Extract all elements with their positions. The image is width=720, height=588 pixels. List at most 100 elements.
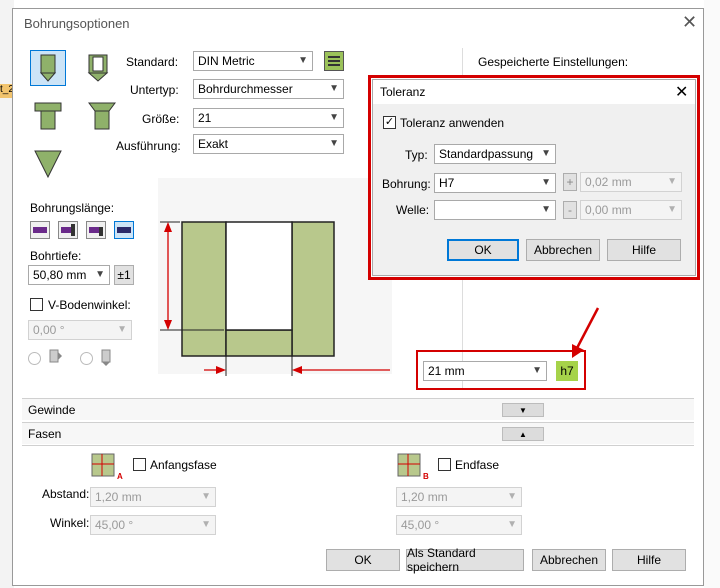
anfangsfase-label: Anfangsfase [150,458,217,472]
help-button[interactable]: Hilfe [612,549,686,571]
bohrungslaenge-label: Bohrungslänge: [30,201,115,215]
hole-type-threaded-icon[interactable] [80,50,116,86]
preview-material-right [291,221,335,357]
standard-select[interactable]: DIN Metric ▼ [193,51,313,71]
tolerance-close-icon[interactable]: ✕ [675,82,688,102]
length-through-icon[interactable] [58,221,78,239]
chevron-down-icon: ▼ [541,148,551,159]
chevron-down-icon: ▼ [507,519,517,530]
endfase-label: Endfase [455,458,500,472]
tolerance-ok-button[interactable]: OK [447,239,519,261]
chevron-down-icon: ▼ [532,365,542,376]
chevron-down-icon: ▼ [201,491,211,502]
dialog-title: Bohrungsoptionen [24,16,130,31]
tolerance-dialog-title: Toleranz [380,85,426,99]
expand-icon[interactable]: ▼ [502,403,544,417]
ok-button[interactable]: OK [326,549,400,571]
chevron-down-icon: ▼ [507,491,517,502]
v-bodenwinkel-checkbox[interactable] [30,298,43,311]
standard-label: Standard: [126,55,179,69]
fasen-label: Fasen [28,427,62,441]
abstand-label: Abstand: [42,487,90,501]
chevron-down-icon: ▼ [298,55,308,66]
untertyp-label: Untertyp: [130,83,179,97]
bohrung-label: Bohrung: [382,177,431,191]
save-as-standard-button[interactable]: Als Standard speichern [406,546,524,574]
anfangsfase-checkbox[interactable] [133,458,146,471]
groesse-label: Größe: [142,112,180,126]
abstand-a-value: 1,20 mm [95,490,142,504]
end-chamfer-marker: B [423,472,429,481]
hole-type-simple-icon[interactable] [30,50,66,86]
chevron-down-icon: ▼ [667,176,677,187]
welle-label: Welle: [396,203,430,217]
end-chamfer-icon [396,452,426,480]
welle-select[interactable]: ▼ [434,200,556,220]
v-winkel-value: 0,00 ° [33,323,65,337]
chevron-down-icon: ▼ [201,519,211,530]
cancel-button[interactable]: Abbrechen [532,549,606,571]
start-chamfer-marker: A [117,472,123,481]
bohrung-select[interactable]: H7 ▼ [434,173,556,193]
tolerance-toggle-button[interactable]: ±1 [114,265,134,285]
gewinde-label: Gewinde [28,403,76,417]
bohrtiefe-input[interactable]: 50,80 mm ▼ [28,265,110,285]
winkel-label: Winkel: [50,516,90,530]
groesse-value: 21 [198,111,212,125]
typ-select[interactable]: Standardpassung ▼ [434,144,556,164]
gewinde-section-header[interactable]: Gewinde ▼ [22,398,694,420]
chevron-down-icon: ▼ [329,112,339,123]
hole-type-counterbore-icon[interactable] [30,98,66,134]
untertyp-select[interactable]: Bohrdurchmesser ▼ [193,79,344,99]
diameter-input[interactable]: 21 mm ▼ [423,361,547,381]
bottom-flat-icon [46,348,66,371]
typ-value: Standardpassung [439,147,534,161]
length-full-icon[interactable] [114,221,134,239]
tolerance-badge[interactable]: h7 [556,361,578,381]
hole-type-countersink-icon[interactable] [84,98,120,134]
preview-material-left [181,221,227,357]
tolerance-help-button[interactable]: Hilfe [607,239,681,261]
hole-type-cone-icon[interactable] [30,146,66,182]
close-icon[interactable]: ✕ [682,12,697,33]
bottom-flat-radio[interactable] [28,352,41,365]
welle-sign-button[interactable]: - [563,201,577,219]
chevron-down-icon: ▼ [329,83,339,94]
untertyp-value: Bohrdurchmesser [198,82,293,96]
abstand-a-input[interactable]: 1,20 mm ▼ [90,487,216,507]
section-divider [22,445,694,446]
v-winkel-input[interactable]: 0,00 ° ▼ [28,320,132,340]
tolerance-badge-label: h7 [560,364,574,378]
callout-arrow [572,307,600,358]
groesse-select[interactable]: 21 ▼ [193,108,344,128]
tolerance-apply-label: Toleranz anwenden [400,116,505,130]
bohrung-offset-input[interactable]: 0,02 mm ▼ [580,172,682,192]
winkel-a-input[interactable]: 45,00 ° ▼ [90,515,216,535]
chevron-down-icon: ▼ [541,204,551,215]
diameter-value: 21 mm [428,364,465,378]
tolerance-apply-checkbox[interactable]: ✓ [383,116,396,129]
length-blind-icon[interactable] [30,221,50,239]
collapse-icon[interactable]: ▲ [502,427,544,441]
chevron-down-icon: ▼ [95,269,105,280]
bohrtiefe-label: Bohrtiefe: [30,249,82,263]
bohrung-sign-button[interactable]: + [563,173,577,191]
fasen-section-header[interactable]: Fasen ▲ [22,422,694,444]
bohrung-value: H7 [439,176,455,190]
endfase-checkbox[interactable] [438,458,451,471]
welle-offset-input[interactable]: 0,00 mm ▼ [580,200,682,220]
bottom-cone-radio[interactable] [80,352,93,365]
abstand-b-input[interactable]: 1,20 mm ▼ [396,487,522,507]
length-to-face-icon[interactable] [86,221,106,239]
standard-table-icon[interactable] [324,51,344,71]
preview-hole [225,221,293,331]
winkel-b-input[interactable]: 45,00 ° ▼ [396,515,522,535]
abstand-b-value: 1,20 mm [401,490,448,504]
winkel-a-value: 45,00 ° [95,518,134,532]
welle-offset-value: 0,00 mm [585,203,632,217]
tolerance-cancel-button[interactable]: Abbrechen [526,239,600,261]
saved-settings-label: Gespeicherte Einstellungen: [478,55,629,69]
ausfuehrung-select[interactable]: Exakt ▼ [193,134,344,154]
bohrtiefe-value: 50,80 mm [33,268,87,282]
standard-value: DIN Metric [198,54,255,68]
